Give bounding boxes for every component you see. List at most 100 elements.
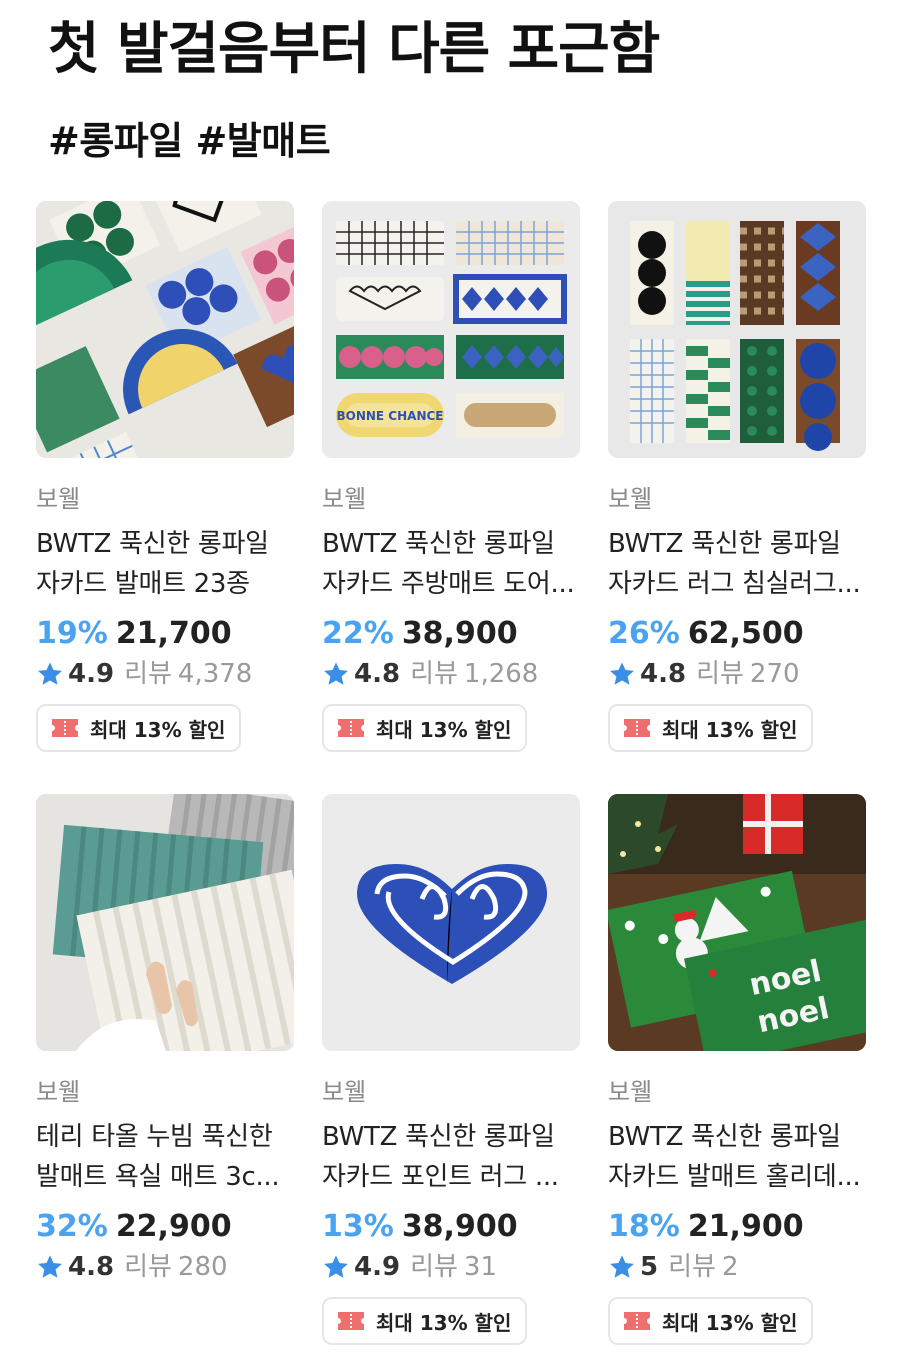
- rating-row: 4.8 리뷰 1,268: [322, 654, 580, 694]
- coupon-badge[interactable]: 최대 13% 할인: [36, 704, 242, 752]
- discount-rate: 26%: [608, 616, 680, 651]
- rating-row: 4.8 리뷰 280: [36, 1247, 294, 1287]
- product-image[interactable]: [322, 794, 580, 1051]
- product-name[interactable]: BWTZ 푹신한 롱파일 자카드 발매트 23종: [36, 524, 294, 604]
- discount-rate: 22%: [322, 616, 394, 651]
- price-row: 13% 38,900: [322, 1207, 580, 1247]
- coupon-label: 최대 13% 할인: [90, 717, 226, 742]
- price: 38,900: [401, 1209, 518, 1244]
- product-name[interactable]: BWTZ 푹신한 롱파일 자카드 러그 침실러그...: [608, 524, 866, 604]
- star-icon: [324, 662, 348, 685]
- product-name-line: 발매트 욕실 매트 3c...: [36, 1162, 280, 1192]
- product-card[interactable]: 보웰 BWTZ 푹신한 롱파일 자카드 발매트 23종 19% 21,700 4.…: [36, 201, 294, 752]
- rating-row: 4.9 리뷰 31: [322, 1247, 580, 1287]
- coupon-badge[interactable]: 최대 13% 할인: [608, 704, 814, 752]
- brand-name: 보웰: [608, 485, 653, 513]
- price: 38,900: [401, 616, 518, 651]
- hashtag-line: #롱파일 #발매트: [48, 119, 331, 163]
- product-name[interactable]: BWTZ 푹신한 롱파일 자카드 포인트 러그 ...: [322, 1117, 580, 1197]
- product-name-line: BWTZ 푹신한 롱파일: [608, 529, 841, 559]
- double-heart-rug-photo: [322, 794, 580, 1051]
- svg-text:BONNE CHANCE: BONNE CHANCE: [337, 409, 444, 423]
- price-row: 32% 22,900: [36, 1207, 294, 1247]
- patterned-mats-photo: [36, 201, 294, 458]
- rating-value: 5: [640, 1252, 659, 1282]
- product-name-line: 자카드 포인트 러그 ...: [322, 1162, 559, 1192]
- coupon-badge[interactable]: 최대 13% 할인: [322, 704, 528, 752]
- brand-name: 보웰: [36, 485, 81, 513]
- product-name-line: 테리 타올 누빔 푹신한: [36, 1122, 273, 1152]
- coupon-icon: [52, 719, 78, 737]
- brand-name: 보웰: [36, 1078, 81, 1106]
- rating-row: 5 리뷰 2: [608, 1247, 866, 1287]
- product-card[interactable]: 보웰 BWTZ 푹신한 롱파일 자카드 러그 침실러그... 26% 62,500…: [608, 201, 866, 752]
- review-label: 리뷰: [410, 659, 458, 689]
- product-image[interactable]: [36, 794, 294, 1051]
- coupon-icon: [624, 1312, 650, 1330]
- rating-value: 4.8: [640, 659, 687, 689]
- star-icon: [38, 662, 62, 685]
- price: 21,700: [115, 616, 232, 651]
- product-image[interactable]: [36, 201, 294, 458]
- price-row: 18% 21,900: [608, 1207, 866, 1247]
- star-icon: [324, 1255, 348, 1278]
- review-label: 리뷰: [668, 1252, 716, 1282]
- product-name-line: 자카드 발매트 23종: [36, 569, 250, 599]
- review-label: 리뷰: [124, 1252, 172, 1282]
- rating-value: 4.8: [68, 1252, 115, 1282]
- review-label: 리뷰: [696, 659, 744, 689]
- brand-name: 보웰: [322, 485, 367, 513]
- coupon-label: 최대 13% 할인: [376, 1310, 512, 1335]
- product-name[interactable]: 테리 타올 누빔 푹신한 발매트 욕실 매트 3c...: [36, 1117, 294, 1197]
- product-card[interactable]: 보웰 BWTZ 푹신한 롱파일 자카드 포인트 러그 ... 13% 38,900…: [322, 794, 580, 1345]
- price-row: 26% 62,500: [608, 614, 866, 654]
- coupon-label: 최대 13% 할인: [376, 717, 512, 742]
- discount-rate: 19%: [36, 616, 108, 651]
- price-row: 22% 38,900: [322, 614, 580, 654]
- coupon-icon: [624, 719, 650, 737]
- product-name-line: 자카드 발매트 홀리데...: [608, 1162, 861, 1192]
- coupon-badge[interactable]: 최대 13% 할인: [608, 1297, 814, 1345]
- page-title: 첫 발걸음부터 다른 포근함: [48, 17, 660, 82]
- coupon-badge[interactable]: 최대 13% 할인: [322, 1297, 528, 1345]
- product-name-line: BWTZ 푹신한 롱파일: [36, 529, 269, 559]
- review-count: 4,378: [177, 659, 253, 689]
- product-image[interactable]: [608, 201, 866, 458]
- product-card[interactable]: noel noel 보웰 BWTZ 푹신한 롱파일 자카드 발매트 홀리데...…: [608, 794, 866, 1345]
- product-name-line: BWTZ 푹신한 롱파일: [322, 529, 555, 559]
- discount-rate: 13%: [322, 1209, 394, 1244]
- coupon-icon: [338, 719, 364, 737]
- holiday-mats-photo: noel noel: [608, 794, 866, 1051]
- product-name-line: BWTZ 푹신한 롱파일: [608, 1122, 841, 1152]
- product-name-line: BWTZ 푹신한 롱파일: [322, 1122, 555, 1152]
- price: 22,900: [115, 1209, 232, 1244]
- review-label: 리뷰: [410, 1252, 458, 1282]
- discount-rate: 32%: [36, 1209, 108, 1244]
- rating-value: 4.8: [354, 659, 401, 689]
- rating-value: 4.9: [354, 1252, 401, 1282]
- product-card[interactable]: BONNE CHANCE 보웰 BWTZ 푹신한 롱파일 자카드 주방매트 도어…: [322, 201, 580, 752]
- brand-name: 보웰: [322, 1078, 367, 1106]
- kitchen-mats-photo: BONNE CHANCE: [322, 201, 580, 458]
- product-image[interactable]: noel noel: [608, 794, 866, 1051]
- star-icon: [610, 1255, 634, 1278]
- product-name-line: 자카드 러그 침실러그...: [608, 569, 861, 599]
- review-count: 280: [177, 1252, 228, 1282]
- review-count: 31: [463, 1252, 497, 1282]
- coupon-icon: [338, 1312, 364, 1330]
- brand-name: 보웰: [608, 1078, 653, 1106]
- discount-rate: 18%: [608, 1209, 680, 1244]
- review-count: 2: [721, 1252, 739, 1282]
- product-name-line: 자카드 주방매트 도어...: [322, 569, 575, 599]
- product-card[interactable]: 보웰 테리 타올 누빔 푹신한 발매트 욕실 매트 3c... 32% 22,90…: [36, 794, 294, 1287]
- price-row: 19% 21,700: [36, 614, 294, 654]
- runner-rugs-photo: [608, 201, 866, 458]
- product-image[interactable]: BONNE CHANCE: [322, 201, 580, 458]
- star-icon: [610, 662, 634, 685]
- price: 21,900: [687, 1209, 804, 1244]
- review-label: 리뷰: [124, 659, 172, 689]
- product-name[interactable]: BWTZ 푹신한 롱파일 자카드 발매트 홀리데...: [608, 1117, 866, 1197]
- rating-value: 4.9: [68, 659, 115, 689]
- product-name[interactable]: BWTZ 푹신한 롱파일 자카드 주방매트 도어...: [322, 524, 580, 604]
- coupon-label: 최대 13% 할인: [662, 717, 798, 742]
